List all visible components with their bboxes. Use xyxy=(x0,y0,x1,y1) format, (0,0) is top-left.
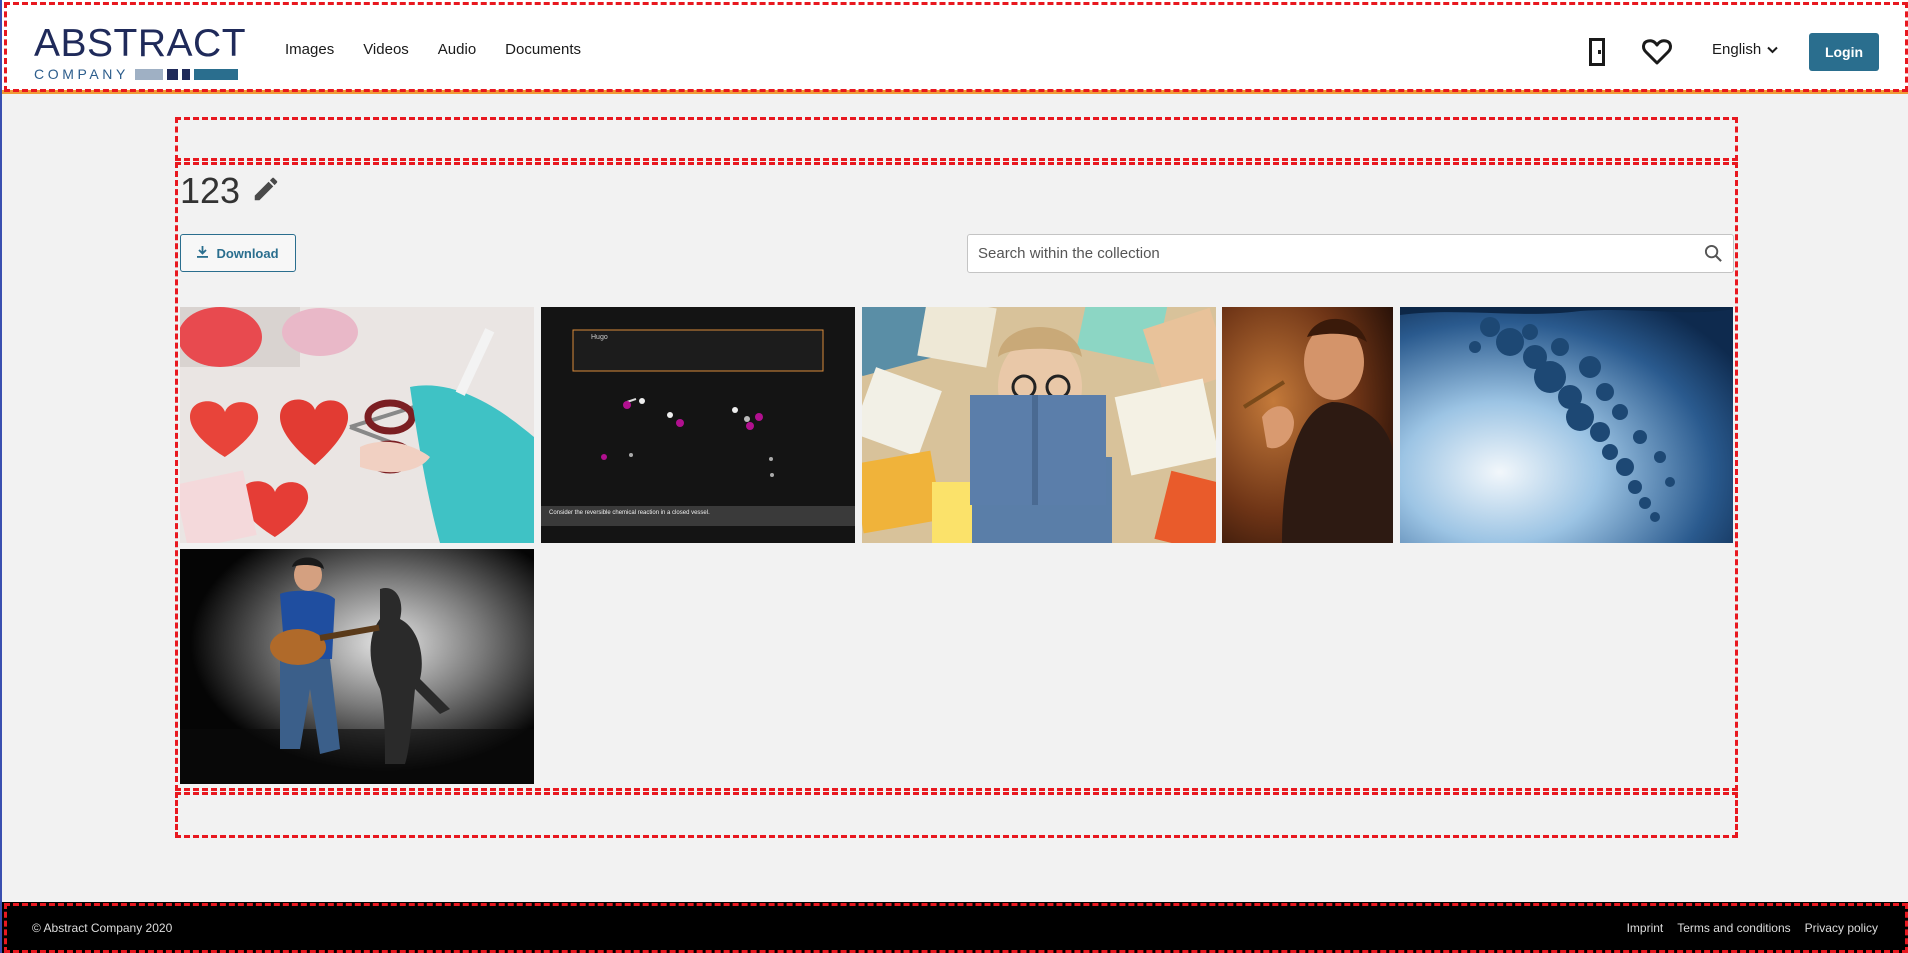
logo-bars xyxy=(134,68,238,80)
chevron-down-icon xyxy=(1767,41,1778,58)
nav-documents[interactable]: Documents xyxy=(505,41,581,58)
thumbnail-guitarist[interactable] xyxy=(180,549,534,784)
site-footer: © Abstract Company 2020 Imprint Terms an… xyxy=(2,902,1908,953)
pencil-icon[interactable] xyxy=(251,174,281,209)
language-label: English xyxy=(1712,41,1762,58)
collection-title-row: 123 xyxy=(180,170,281,212)
thumbnail-water-bubbles[interactable] xyxy=(1400,307,1733,543)
company-logo[interactable]: ABSTRACT COMPANY xyxy=(34,22,250,83)
collection-search-input[interactable] xyxy=(968,235,1668,272)
main-nav: Images Videos Audio Documents xyxy=(285,41,581,58)
language-selector[interactable]: English xyxy=(1712,41,1778,58)
nav-images[interactable]: Images xyxy=(285,41,334,58)
logo-wordmark: ABSTRACT xyxy=(34,22,247,65)
footer-link-imprint[interactable]: Imprint xyxy=(1627,921,1664,935)
site-header: ABSTRACT COMPANY Images Videos Audio Doc… xyxy=(2,0,1908,94)
footer-links: Imprint Terms and conditions Privacy pol… xyxy=(1627,921,1878,935)
nav-audio[interactable]: Audio xyxy=(438,41,476,58)
video-caption: Consider the reversible chemical reactio… xyxy=(549,510,710,516)
search-icon[interactable] xyxy=(1704,244,1723,268)
bottom-region-outline xyxy=(175,792,1738,838)
download-label: Download xyxy=(216,245,279,261)
heart-icon[interactable] xyxy=(1642,39,1672,70)
thumbnail-man-pen[interactable] xyxy=(1222,307,1393,543)
download-button[interactable]: Download xyxy=(180,234,296,272)
collection-search xyxy=(967,234,1734,273)
footer-link-privacy[interactable]: Privacy policy xyxy=(1805,921,1878,935)
footer-link-terms[interactable]: Terms and conditions xyxy=(1677,921,1790,935)
nav-videos[interactable]: Videos xyxy=(363,41,409,58)
logo-subtitle: COMPANY xyxy=(34,66,129,82)
top-region-outline xyxy=(175,117,1738,161)
login-button[interactable]: Login xyxy=(1809,33,1879,71)
thumbnail-chemistry-video[interactable]: Hugo Consider the reversible chemical re… xyxy=(541,307,855,543)
copyright-text: © Abstract Company 2020 xyxy=(32,921,173,935)
thumbnail-reader-books[interactable] xyxy=(862,307,1216,543)
video-box-label: Hugo xyxy=(591,334,608,341)
thumbnail-crafts-hearts[interactable] xyxy=(180,307,534,543)
door-icon[interactable] xyxy=(1589,38,1605,71)
download-icon xyxy=(197,245,209,261)
collection-title: 123 xyxy=(180,170,241,211)
